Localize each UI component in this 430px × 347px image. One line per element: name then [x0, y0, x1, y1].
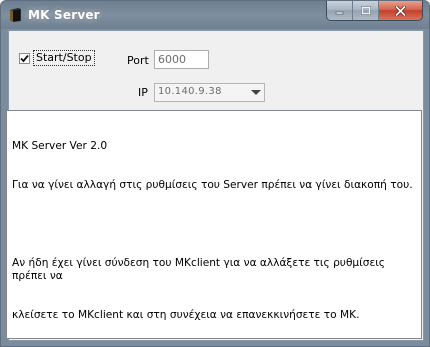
chevron-down-icon[interactable]: [251, 90, 261, 95]
ip-dropdown[interactable]: 10.140.9.38: [154, 83, 265, 102]
checkbox-box[interactable]: [19, 52, 30, 64]
book-icon: [10, 8, 21, 22]
port-label: Port: [127, 54, 149, 67]
maximize-button[interactable]: [352, 1, 378, 20]
log-line: κλείσετε το MKclient και στη συνέχεια να…: [12, 309, 360, 321]
checkmark-icon: [20, 54, 29, 62]
log-line: [12, 218, 416, 231]
app-window: MK Server Start/Stop Port 6000 IP 10.140…: [0, 0, 430, 347]
maximize-icon: [360, 6, 371, 15]
minimize-button[interactable]: [327, 1, 352, 20]
close-icon: [395, 5, 406, 16]
client-area: Start/Stop Port 6000 IP 10.140.9.38 MK S…: [6, 30, 424, 341]
port-input[interactable]: 6000: [154, 50, 209, 69]
ip-dropdown-value: 10.140.9.38: [158, 86, 222, 97]
log-line: Αν ήδη έχει γίνει σύνδεση του MKclient γ…: [12, 257, 389, 282]
start-stop-checkbox[interactable]: Start/Stop: [19, 50, 95, 66]
title-bar[interactable]: MK Server: [1, 1, 429, 29]
start-stop-label[interactable]: Start/Stop: [33, 50, 95, 66]
close-button[interactable]: [378, 1, 422, 20]
log-textarea[interactable]: MK Server Ver 2.0 Για να γίνει αλλαγή στ…: [6, 110, 422, 339]
log-line: MK Server Ver 2.0: [12, 140, 108, 152]
caption-buttons: [326, 1, 423, 21]
window-title: MK Server: [28, 8, 100, 22]
minimize-icon: [335, 11, 344, 15]
log-line: Για να γίνει αλλαγή στις ρυθμίσεις του S…: [12, 179, 413, 191]
ip-label: IP: [138, 86, 148, 99]
